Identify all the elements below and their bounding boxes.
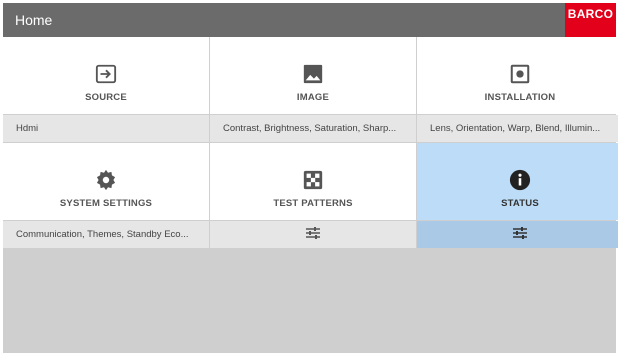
gear-icon bbox=[96, 169, 116, 191]
tune-icon bbox=[513, 227, 527, 240]
checkerboard-icon bbox=[303, 170, 323, 190]
tile-image[interactable]: IMAGE bbox=[210, 37, 416, 114]
tile-image-summary: Contrast, Brightness, Saturation, Sharp.… bbox=[210, 115, 416, 142]
tile-system-settings-label: SYSTEM SETTINGS bbox=[59, 198, 153, 209]
tile-test-patterns-options[interactable] bbox=[210, 221, 416, 248]
tile-test-patterns-label: TEST PATTERNS bbox=[273, 198, 353, 209]
image-icon bbox=[303, 64, 323, 84]
installation-icon bbox=[510, 64, 530, 84]
barco-logo: BARCO bbox=[565, 3, 616, 37]
tile-status-label: STATUS bbox=[501, 198, 539, 209]
tile-status-options[interactable] bbox=[417, 221, 618, 248]
tile-source[interactable]: SOURCE bbox=[3, 37, 209, 114]
app-window: Home BARCO SOURCE IMAGE INSTALLATION Hdm… bbox=[3, 3, 618, 353]
header-bar: Home BARCO bbox=[3, 3, 616, 37]
tile-source-summary: Hdmi bbox=[3, 115, 209, 142]
tile-image-label: IMAGE bbox=[296, 92, 330, 103]
tile-system-settings-summary: Communication, Themes, Standby Eco... bbox=[3, 221, 209, 248]
tile-system-settings[interactable]: SYSTEM SETTINGS bbox=[3, 143, 209, 220]
tile-test-patterns[interactable]: TEST PATTERNS bbox=[210, 143, 416, 220]
tile-installation-label: INSTALLATION bbox=[484, 92, 556, 103]
tile-installation[interactable]: INSTALLATION bbox=[417, 37, 618, 114]
tile-status[interactable]: STATUS bbox=[417, 143, 618, 220]
info-icon bbox=[509, 169, 531, 191]
page-title: Home bbox=[15, 12, 53, 28]
tune-icon bbox=[306, 227, 320, 240]
tile-source-label: SOURCE bbox=[85, 92, 127, 103]
source-input-icon bbox=[95, 64, 117, 84]
tile-installation-summary: Lens, Orientation, Warp, Blend, Illumin.… bbox=[417, 115, 618, 142]
